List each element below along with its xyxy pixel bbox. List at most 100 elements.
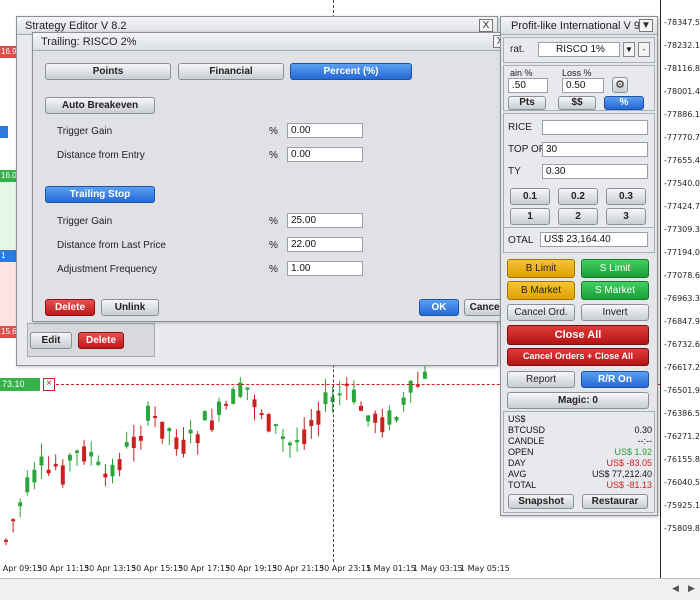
candle-body <box>174 437 179 450</box>
snapshot-button[interactable]: Snapshot <box>508 494 574 509</box>
ok-button[interactable]: OK <box>419 299 459 316</box>
sell-market-button[interactable]: S Market <box>581 281 649 300</box>
qty-0-2-button[interactable]: 0.2 <box>558 188 598 205</box>
delete-button[interactable]: Delete <box>78 332 124 349</box>
candle-body <box>323 392 328 405</box>
qty-3-button[interactable]: 3 <box>606 208 646 225</box>
gain-input[interactable]: .50 <box>508 78 548 93</box>
candle-body <box>39 456 44 466</box>
unit-label: % <box>269 216 278 227</box>
candle-body <box>131 436 136 448</box>
gain-loss-section: ain % Loss % .50 0.50 ⚙ Pts $$ % <box>503 65 655 111</box>
invert-button[interactable]: Invert <box>581 304 649 321</box>
unit-label: % <box>269 240 278 251</box>
qty-2-button[interactable]: 2 <box>558 208 598 225</box>
price-label: RICE <box>508 122 532 133</box>
candle-body <box>288 442 292 446</box>
settings-gear-icon[interactable]: ⚙ <box>612 77 628 93</box>
rr-on-button[interactable]: R/R On <box>581 371 649 388</box>
qty-0-1-button[interactable]: 0.1 <box>510 188 550 205</box>
buy-market-button[interactable]: B Market <box>507 281 575 300</box>
stop-of-input[interactable]: 30 <box>542 142 648 157</box>
candle-body <box>401 397 406 405</box>
sell-limit-button[interactable]: S Limit <box>581 259 649 278</box>
candle-body <box>11 519 16 522</box>
candle-body <box>75 450 79 453</box>
report-button[interactable]: Report <box>507 371 575 388</box>
scroll-left-icon[interactable]: ◀ <box>672 583 679 594</box>
trigger-gain-label: Trigger Gain <box>57 126 113 137</box>
tab-financial[interactable]: Financial <box>178 63 284 80</box>
edit-button[interactable]: Edit <box>30 332 72 349</box>
candle-body <box>67 454 72 461</box>
qty-0-3-button[interactable]: 0.3 <box>606 188 646 205</box>
price-tick-label: -76040.50 <box>664 478 700 487</box>
chevron-down-icon[interactable]: ▼ <box>623 42 635 57</box>
price-tick-label: -77424.70 <box>664 202 700 211</box>
qty-label: TY <box>508 166 521 177</box>
left-price-tag: 15.6 <box>0 326 16 338</box>
auto-breakeven-button[interactable]: Auto Breakeven <box>45 97 155 114</box>
candle-body <box>160 421 165 439</box>
candle-body <box>302 429 307 445</box>
tab-points[interactable]: Points <box>45 63 171 80</box>
distance-entry-input[interactable]: 0.00 <box>287 147 363 162</box>
strategy-select[interactable]: RISCO 1% <box>538 42 620 57</box>
candle-body <box>217 401 221 415</box>
candle-body <box>373 413 378 423</box>
minus-icon[interactable]: - <box>638 42 650 57</box>
trailing-stop-button[interactable]: Trailing Stop <box>45 186 155 203</box>
gain-label: ain % <box>510 68 533 78</box>
candle-body <box>46 469 51 474</box>
candle-body <box>209 420 214 430</box>
delete-button[interactable]: Delete <box>45 299 95 316</box>
loss-input[interactable]: 0.50 <box>562 78 604 93</box>
buy-limit-button[interactable]: B Limit <box>507 259 575 278</box>
price-tick-label: -78001.45 <box>664 87 700 96</box>
candle-body <box>295 439 300 443</box>
strategy-section: rat. RISCO 1% ▼ - <box>503 37 655 63</box>
unlink-button[interactable]: Unlink <box>101 299 159 316</box>
close-icon[interactable]: X <box>479 19 493 32</box>
trailing-titlebar[interactable]: Trailing: RISCO 2% X <box>33 33 511 51</box>
price-tick-label: -76271.20 <box>664 432 700 441</box>
adjust-frequency-label: Adjustment Frequency <box>57 264 158 275</box>
price-tick-label: -78232.15 <box>664 41 700 50</box>
qty-1-button[interactable]: 1 <box>510 208 550 225</box>
stats-day: DAY US$ -83.05 <box>508 458 652 468</box>
candle-body <box>146 405 150 421</box>
trigger-gain-input[interactable]: 0.00 <box>287 123 363 138</box>
cancel-close-all-button[interactable]: Cancel Orders + Close All <box>507 348 649 366</box>
price-tick-label: -77194.00 <box>664 248 700 257</box>
candle-body <box>366 415 371 422</box>
menu-dropdown-icon[interactable]: ▼ <box>639 19 653 32</box>
restaurar-button[interactable]: Restaurar <box>582 494 648 509</box>
price-axis[interactable]: -78347.50 -78232.15 -78116.80 -78001.45 -778… <box>660 0 700 578</box>
adjust-frequency-input[interactable]: 1.00 <box>287 261 363 276</box>
candle-body <box>188 429 193 434</box>
qty-input[interactable]: 0.30 <box>542 164 648 179</box>
magic-button[interactable]: Magic: 0 <box>507 392 649 409</box>
order-cancel-icon[interactable]: × <box>43 378 55 391</box>
pts-button[interactable]: Pts <box>508 96 546 110</box>
distance-last-input[interactable]: 22.00 <box>287 237 363 252</box>
usd-button[interactable]: $$ <box>558 96 596 110</box>
candle-body <box>202 411 207 421</box>
candle-body <box>359 405 363 411</box>
strategy-label: rat. <box>510 44 525 55</box>
percent-button[interactable]: % <box>604 96 644 110</box>
order-price-tag[interactable]: 73.10 <box>0 378 40 391</box>
strategy-editor-title: Strategy Editor V 8.2 <box>25 20 127 32</box>
close-all-button[interactable]: Close All <box>507 325 649 345</box>
horizontal-scrollbar[interactable]: ◀ ▶ <box>0 578 700 600</box>
price-input[interactable] <box>542 120 648 135</box>
profit-titlebar[interactable]: Profit-like International V 9.6 ▼ <box>501 17 657 35</box>
cancel-orders-button[interactable]: Cancel Ord. <box>507 304 575 321</box>
total-value: US$ 23,164.40 <box>540 232 648 247</box>
price-tick-label: -76847.95 <box>664 317 700 326</box>
price-tick-label: -76386.55 <box>664 409 700 418</box>
tab-percent[interactable]: Percent (%) <box>290 63 412 80</box>
scroll-right-icon[interactable]: ▶ <box>688 583 695 594</box>
price-tick-label: -78347.50 <box>664 18 700 27</box>
trigger-gain-input[interactable]: 25.00 <box>287 213 363 228</box>
